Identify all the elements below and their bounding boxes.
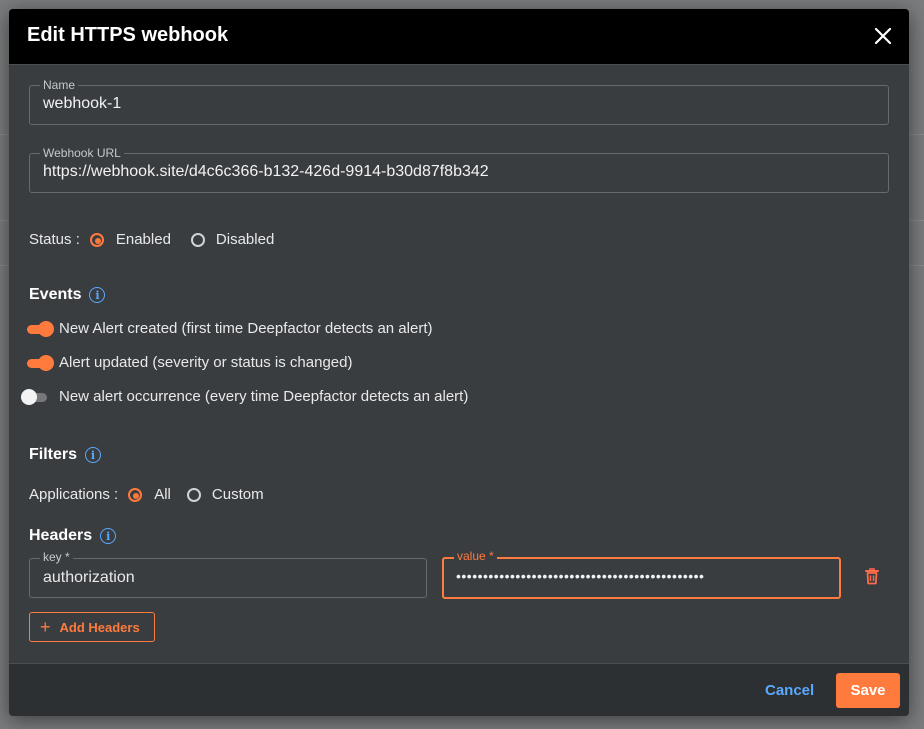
info-icon[interactable]: i [85, 447, 102, 463]
save-button[interactable]: Save [836, 673, 900, 708]
header-key-label: key * [40, 550, 73, 564]
event-label: New alert occurrence (every time Deepfac… [59, 388, 469, 405]
add-headers-button[interactable]: + Add Headers [29, 612, 155, 642]
name-label: Name [40, 77, 79, 93]
filter-custom-label[interactable]: Custom [212, 486, 264, 503]
dialog-title: Edit HTTPS webhook [27, 24, 229, 46]
status-disabled-label[interactable]: Disabled [216, 231, 274, 248]
event-label: New Alert created (first time Deepfactor… [59, 320, 433, 337]
event-row: New Alert created (first time Deepfactor… [25, 320, 432, 337]
header-value-field[interactable]: value * ••••••••••••••••••••••••••••••••… [442, 549, 841, 599]
status-enabled-radio[interactable] [89, 232, 104, 247]
dialog-header: Edit HTTPS webhook [9, 9, 909, 65]
status-enabled-label[interactable]: Enabled [116, 231, 171, 248]
event-label: Alert updated (severity or status is cha… [59, 354, 353, 371]
status-disabled-radio[interactable] [190, 232, 205, 247]
close-icon[interactable] [871, 24, 895, 48]
webhook-url-value: https://webhook.site/d4c6c366-b132-426d-… [43, 163, 489, 180]
headers-title: Headers i [29, 527, 117, 545]
header-value-label: value * [454, 549, 497, 563]
filters-title-text: Filters [29, 446, 78, 463]
filter-all-label[interactable]: All [154, 486, 171, 503]
event-toggle-new-occurrence[interactable] [21, 388, 51, 405]
filter-custom-radio[interactable] [186, 487, 201, 502]
name-value: webhook-1 [43, 95, 122, 112]
header-value-masked: ••••••••••••••••••••••••••••••••••••••••… [456, 568, 705, 584]
event-toggle-alert-updated[interactable] [25, 354, 55, 371]
dialog-footer: Cancel Save [9, 663, 909, 716]
info-icon[interactable]: i [89, 287, 106, 303]
filter-all-radio[interactable] [128, 487, 143, 502]
header-key-field[interactable]: key * authorization [29, 550, 427, 598]
edit-webhook-dialog: Edit HTTPS webhook Name webhook-1 Webhoo… [9, 9, 909, 716]
applications-label: Applications : [29, 486, 119, 503]
status-label: Status : [29, 231, 80, 248]
event-row: Alert updated (severity or status is cha… [25, 354, 352, 371]
applications-row: Applications : All Custom [29, 486, 264, 503]
header-key-value: authorization [43, 569, 135, 586]
events-title-text: Events [29, 286, 82, 303]
event-row: New alert occurrence (every time Deepfac… [21, 388, 468, 405]
info-icon[interactable]: i [100, 528, 117, 544]
webhook-url-label: Webhook URL [40, 145, 124, 161]
webhook-url-field[interactable]: Webhook URL https://webhook.site/d4c6c36… [29, 145, 889, 193]
filters-title: Filters i [29, 446, 102, 464]
add-headers-label: Add Headers [59, 619, 140, 635]
headers-title-text: Headers [29, 527, 93, 544]
event-toggle-new-alert[interactable] [25, 320, 55, 337]
plus-icon: + [40, 616, 51, 637]
status-row: Status : Enabled Disabled [29, 231, 274, 248]
events-title: Events i [29, 286, 106, 304]
trash-icon[interactable] [862, 566, 882, 586]
cancel-button[interactable]: Cancel [765, 682, 814, 699]
name-field[interactable]: Name webhook-1 [29, 77, 889, 125]
